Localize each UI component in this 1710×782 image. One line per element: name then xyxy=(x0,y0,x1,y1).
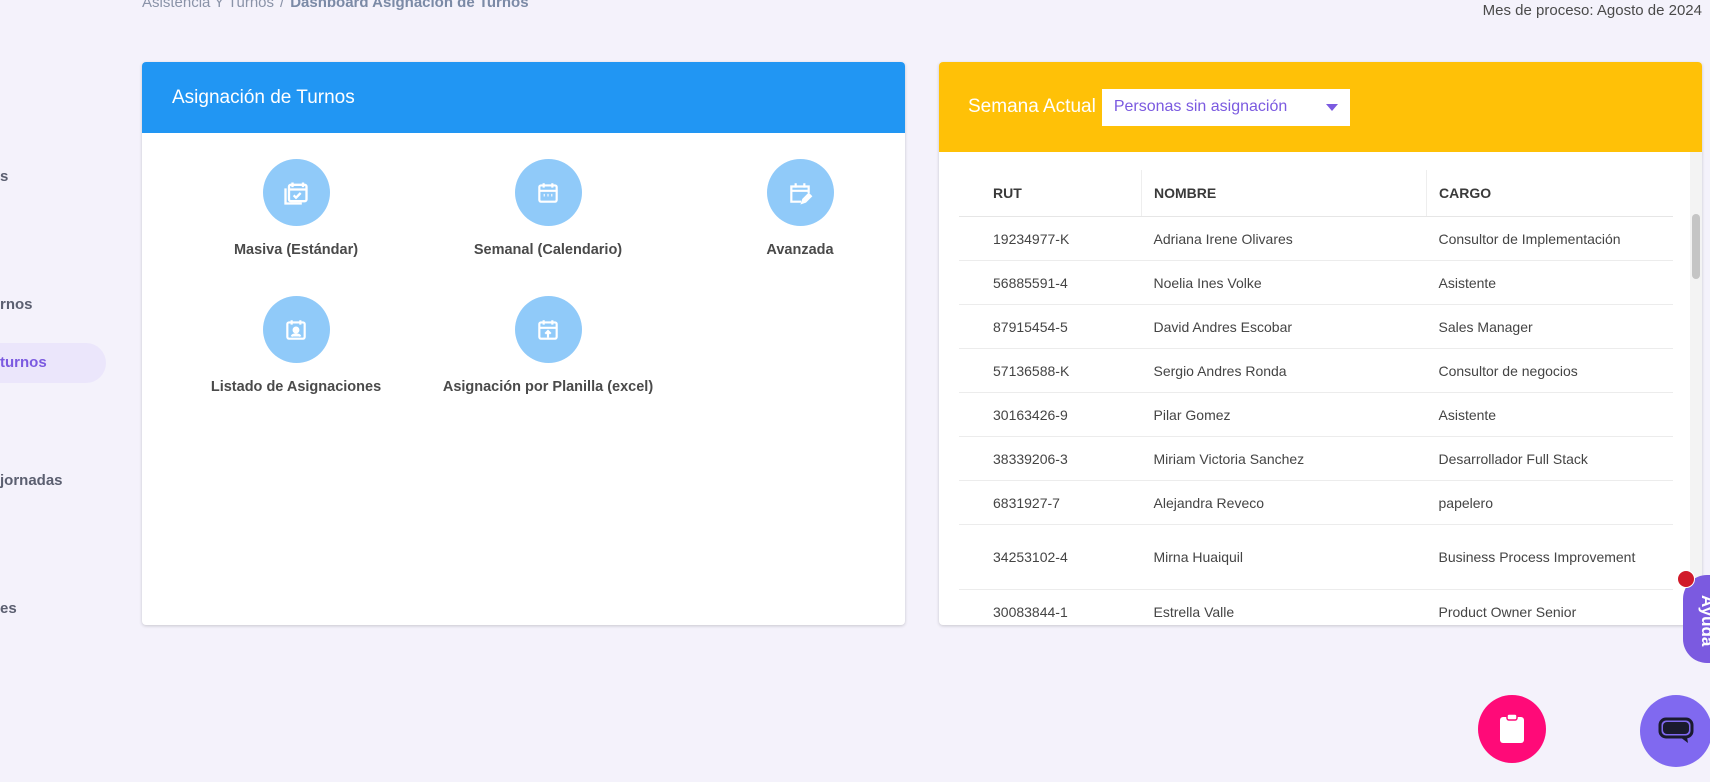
cell-cargo: Sales Manager xyxy=(1426,304,1673,349)
table-row[interactable]: 57136588-K Sergio Andres Ronda Consultor d… xyxy=(959,348,1673,393)
breadcrumb-current: Dashboard Asignación de Turnos xyxy=(290,0,529,11)
cell-nombre: Noelia Ines Volke xyxy=(1141,260,1427,305)
table-row[interactable]: 34253102-4 Mirna Huaiquil Business Process… xyxy=(959,524,1673,590)
sidebar-item-label: jornadas xyxy=(0,472,63,489)
cell-rut: 87915454-5 xyxy=(959,304,1142,349)
help-tab-label: Ayuda xyxy=(1698,595,1710,647)
option-label: Listado de Asignaciones xyxy=(210,379,382,395)
cell-nombre: David Andres Escobar xyxy=(1141,304,1427,349)
option-label: Avanzada xyxy=(766,242,834,258)
cell-cargo: Consultor de Implementación xyxy=(1426,216,1673,261)
cell-nombre: Miriam Victoria Sanchez xyxy=(1141,436,1427,481)
assignment-card-header: Asignación de Turnos xyxy=(142,62,905,133)
cell-cargo: Product Owner Senior xyxy=(1426,589,1673,625)
cell-rut: 6831927-7 xyxy=(959,480,1142,525)
help-tab[interactable]: Ayuda xyxy=(1683,575,1710,663)
cell-cargo: Consultor de negocios xyxy=(1426,348,1673,393)
column-header-rut[interactable]: RUT xyxy=(959,170,1142,217)
table-row[interactable]: 6831927-7 Alejandra Reveco papelero xyxy=(959,480,1673,525)
breadcrumb: Asistencia Y Turnos / Dashboard Asignación… xyxy=(142,0,529,11)
cell-rut: 56885591-4 xyxy=(959,260,1142,305)
sidebar-item-label: es xyxy=(0,600,17,617)
table-row[interactable]: 56885591-4 Noelia Ines Volke Asistente xyxy=(959,260,1673,305)
chat-button[interactable] xyxy=(1640,695,1710,767)
cell-rut: 38339206-3 xyxy=(959,436,1142,481)
cell-nombre: Adriana Irene Olivares xyxy=(1141,216,1427,261)
sidebar-item-jornadas[interactable]: jornadas xyxy=(0,472,63,489)
cell-nombre: Sergio Andres Ronda xyxy=(1141,348,1427,393)
current-week-card: Semana Actual Personas sin asignación RU… xyxy=(939,62,1702,625)
cell-cargo: papelero xyxy=(1426,480,1673,525)
table-row[interactable]: 30163426-9 Pilar Gomez Asistente xyxy=(959,392,1673,437)
cell-rut: 57136588-K xyxy=(959,348,1142,393)
table-row[interactable]: 38339206-3 Miriam Victoria Sanchez Desarro… xyxy=(959,436,1673,481)
caret-down-icon xyxy=(1325,103,1338,111)
select-value: Personas sin asignación xyxy=(1113,98,1288,115)
sidebar-item-5[interactable]: es xyxy=(0,600,17,617)
unassigned-people-table: RUT NOMBRE CARGO 19234977-K Adriana Irene… xyxy=(959,170,1673,625)
option-planilla-excel[interactable]: Asignación por Planilla (excel) xyxy=(433,296,663,395)
calendar-week-icon xyxy=(514,159,582,226)
calendar-person-icon xyxy=(262,296,330,363)
option-masiva[interactable]: Masiva (Estándar) xyxy=(181,159,411,258)
cell-nombre: Estrella Valle xyxy=(1141,589,1427,625)
scrollbar-thumb[interactable] xyxy=(1692,214,1700,279)
cell-cargo: Desarrollador Full Stack xyxy=(1426,436,1673,481)
column-header-cargo[interactable]: CARGO xyxy=(1426,170,1673,217)
cell-nombre: Mirna Huaiquil xyxy=(1141,524,1427,590)
sidebar-item-asignacion-turnos[interactable]: turnos xyxy=(0,343,106,383)
cell-rut: 19234977-K xyxy=(959,216,1142,261)
cell-rut: 30083844-1 xyxy=(959,589,1142,625)
chat-icon xyxy=(1658,717,1694,743)
calendar-edit-icon xyxy=(766,159,834,226)
breadcrumb-parent[interactable]: Asistencia Y Turnos xyxy=(142,0,274,11)
cell-cargo: Business Process Improvement xyxy=(1426,524,1673,590)
sidebar-item-label: s xyxy=(0,168,9,185)
sidebar-item-turnos[interactable]: rnos xyxy=(0,296,33,313)
table-row[interactable]: 87915454-5 David Andres Escobar Sales Mana… xyxy=(959,304,1673,349)
table-row[interactable]: 30083844-1 Estrella Valle Product Owner Se… xyxy=(959,589,1673,625)
option-avanzada[interactable]: Avanzada xyxy=(685,159,905,258)
cell-nombre: Pilar Gomez xyxy=(1141,392,1427,437)
breadcrumb-separator: / xyxy=(280,0,285,11)
sidebar-item-label: rnos xyxy=(0,296,33,313)
option-label: Asignación por Planilla (excel) xyxy=(442,379,654,395)
option-label: Semanal (Calendario) xyxy=(473,242,623,258)
clipboard-icon xyxy=(1500,713,1524,743)
option-label: Masiva (Estándar) xyxy=(233,242,359,258)
current-week-header: Semana Actual Personas sin asignación xyxy=(939,62,1702,152)
cell-cargo: Asistente xyxy=(1426,392,1673,437)
cell-rut: 34253102-4 xyxy=(959,524,1142,590)
option-listado[interactable]: Listado de Asignaciones xyxy=(181,296,411,395)
assignment-filter-select[interactable]: Personas sin asignación xyxy=(1101,88,1350,126)
calendar-upload-icon xyxy=(514,296,582,363)
table-row[interactable]: 19234977-K Adriana Irene Olivares Consulto… xyxy=(959,216,1673,261)
assignment-card-title: Asignación de Turnos xyxy=(172,86,355,108)
calendar-check-stack-icon xyxy=(262,159,330,226)
cell-cargo: Asistente xyxy=(1426,260,1673,305)
column-header-nombre[interactable]: NOMBRE xyxy=(1141,170,1427,217)
cell-rut: 30163426-9 xyxy=(959,392,1142,437)
sidebar-item-1[interactable]: s xyxy=(0,168,8,185)
assignment-card: Asignación de Turnos Masiva (Estándar) S… xyxy=(142,62,905,625)
notification-dot xyxy=(1677,570,1695,588)
table-scrollbar[interactable] xyxy=(1690,152,1702,625)
process-period: Mes de proceso: Agosto de 2024 xyxy=(1482,2,1702,19)
cell-nombre: Alejandra Reveco xyxy=(1141,480,1427,525)
option-semanal[interactable]: Semanal (Calendario) xyxy=(433,159,663,258)
current-week-title: Semana Actual xyxy=(968,96,1096,117)
clipboard-button[interactable] xyxy=(1478,695,1546,763)
table-header-row: RUT NOMBRE CARGO xyxy=(959,170,1673,217)
sidebar-item-label: turnos xyxy=(0,354,47,371)
